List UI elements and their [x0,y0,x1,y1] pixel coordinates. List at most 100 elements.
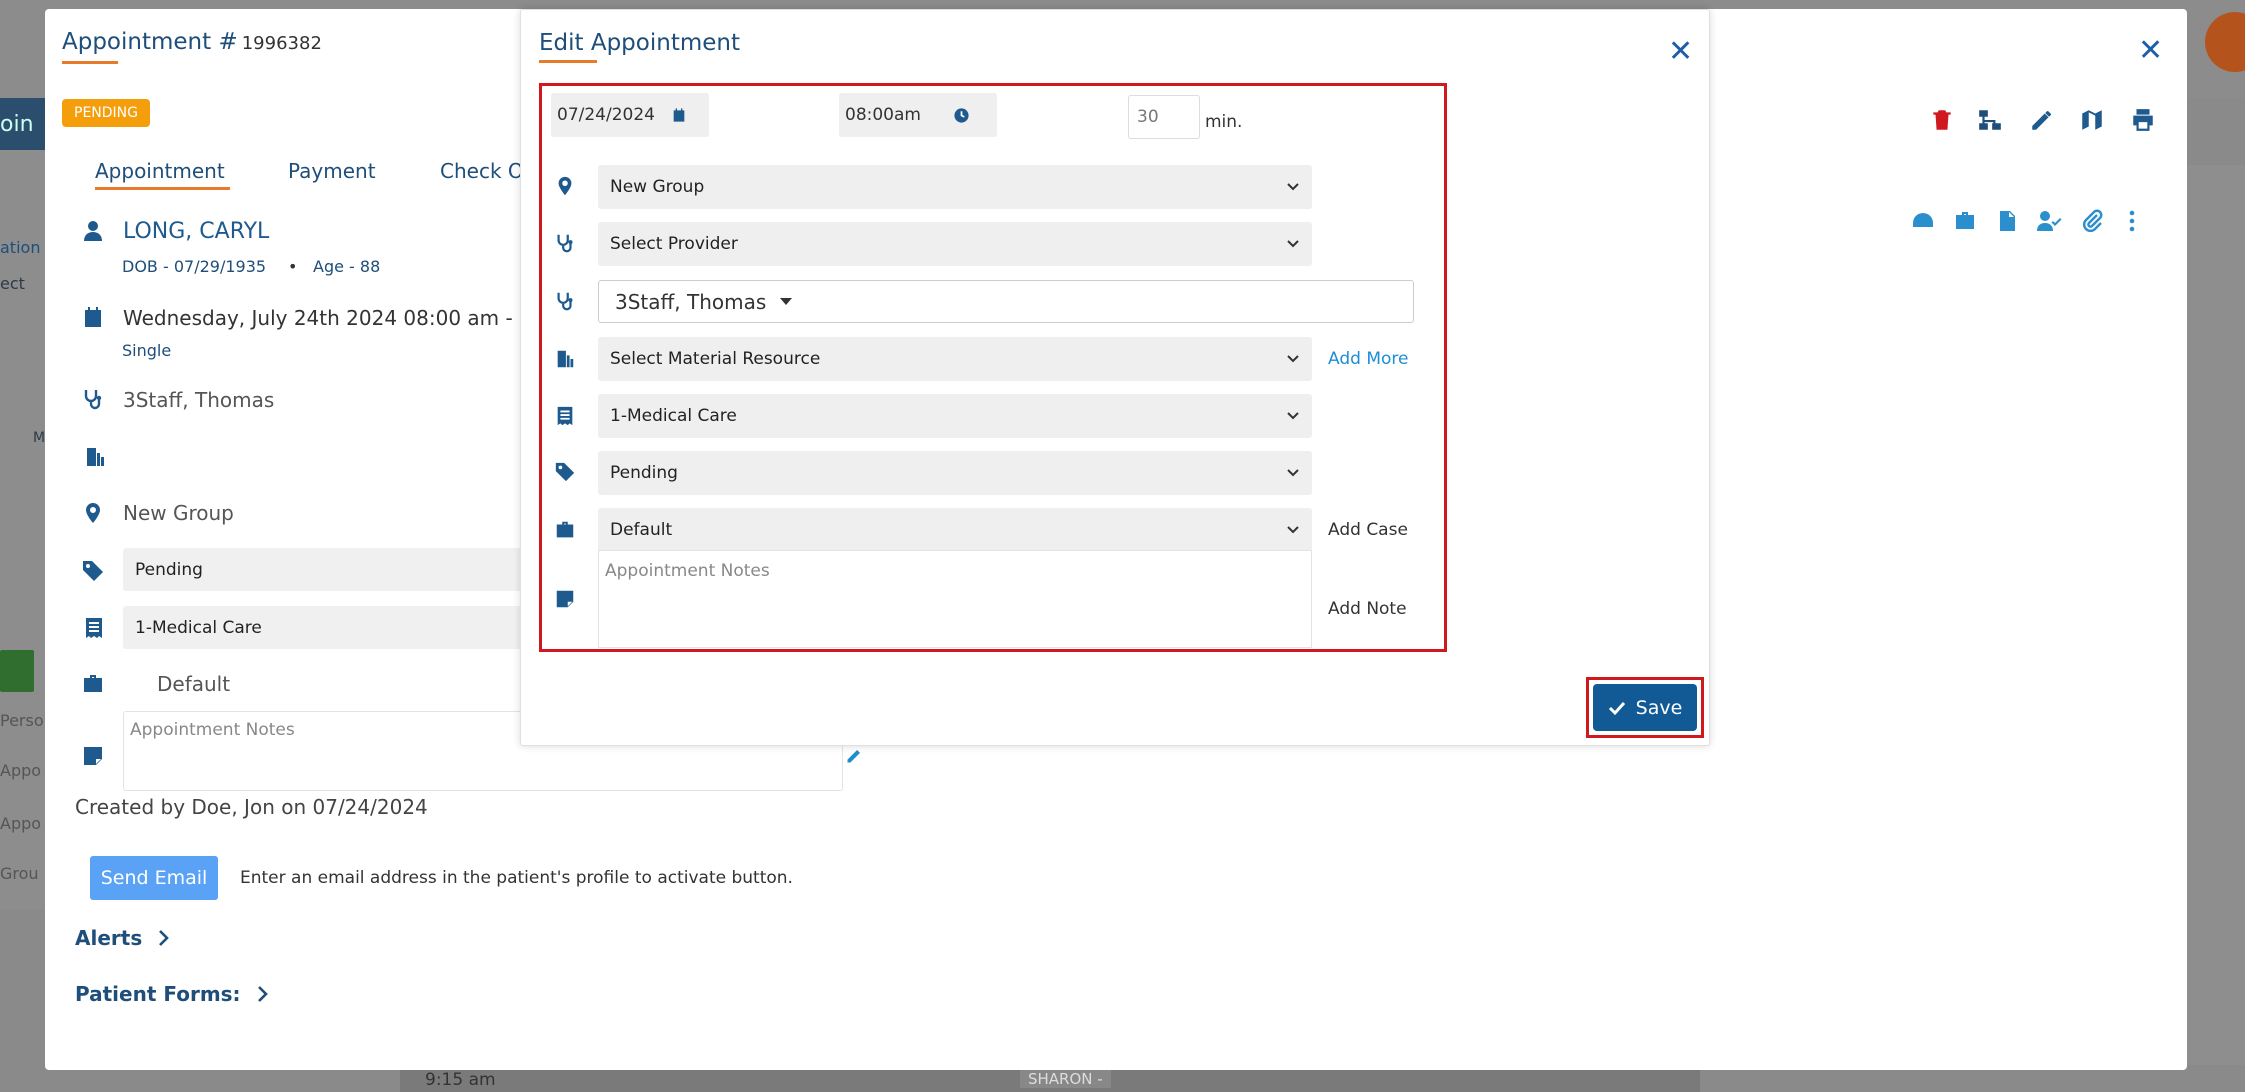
pencil-icon[interactable] [2029,107,2055,133]
clock-icon[interactable] [953,107,970,124]
send-email-button[interactable]: Send Email [90,856,218,900]
save-label: Save [1635,696,1683,719]
print-icon[interactable] [2130,107,2156,133]
close-icon[interactable]: ✕ [2138,36,2163,66]
stethoscope-icon [557,292,573,311]
door-icon [87,448,104,466]
service-value: 1-Medical Care [610,406,737,426]
dialog-title-underline [539,60,597,63]
trash-icon[interactable] [1929,107,1955,133]
background-text: Grou [0,864,39,883]
status-field[interactable]: Pending [123,548,523,591]
add-note-link[interactable]: Add Note [1328,599,1407,619]
status-badge: PENDING [62,99,150,127]
pencil-icon[interactable] [845,745,865,765]
tag-icon [83,561,103,581]
caret-down-icon [780,297,793,305]
receipt-icon [86,618,102,638]
appointment-datetime: Wednesday, July 24th 2024 08:00 am - 08: [123,306,552,330]
chevron-right-icon [159,930,170,946]
receipt-icon [557,406,573,426]
tab-payment[interactable]: Payment [288,159,376,183]
service-field[interactable]: 1-Medical Care [123,606,523,649]
briefcase-icon [556,521,574,538]
provider-select[interactable]: Select Provider [598,222,1312,266]
appointment-case: Default [157,672,231,696]
stethoscope-icon [557,234,573,253]
location-select[interactable]: New Group [598,165,1312,209]
chevron-down-icon [1287,355,1299,363]
sticky-note-icon [84,747,102,765]
case-select[interactable]: Default [598,508,1312,552]
material-placeholder: Select Material Resource [610,349,821,369]
service-select[interactable]: 1-Medical Care [598,394,1312,438]
sitemap-icon[interactable] [1977,107,2003,133]
more-vertical-icon[interactable] [2125,209,2139,233]
background-calendar-row: 9:15 am SHARON - [400,1068,1700,1092]
appointment-notes-textarea[interactable]: Appointment Notes [598,550,1312,648]
active-tab-underline [95,187,230,190]
staff-select[interactable]: 3Staff, Thomas [598,280,1414,323]
appointment-number: 1996382 [241,33,322,54]
patient-forms-link[interactable]: Patient Forms: [75,982,270,1006]
map-icon[interactable] [2079,107,2105,133]
add-case-link[interactable]: Add Case [1328,520,1408,540]
dashboard-icon[interactable] [1911,209,1935,233]
briefcase-icon[interactable] [1953,209,1977,233]
add-more-link[interactable]: Add More [1328,349,1408,369]
chevron-down-icon [1287,240,1299,248]
check-icon [1608,701,1625,715]
case-value: Default [610,520,673,540]
save-button[interactable]: Save [1593,684,1697,731]
material-resource-select[interactable]: Select Material Resource [598,337,1312,381]
calendar-icon [85,307,101,327]
dialog-notes-placeholder: Appointment Notes [605,561,770,581]
background-text: Appo [0,761,42,780]
appointment-recurrence: Single [122,341,172,360]
map-marker-icon [558,176,572,196]
background-text: Perso [0,711,44,730]
document-icon[interactable] [1995,209,2019,233]
panel-title-label: Appointment # [62,29,238,55]
background-text: ation [0,238,41,257]
alerts-label: Alerts [75,926,143,950]
dialog-close-icon[interactable]: ✕ [1668,37,1693,67]
created-by: Created by Doe, Jon on 07/24/2024 [75,795,428,819]
background-scrollbar [2187,165,2245,1065]
stethoscope-icon [84,390,102,410]
patient-age: Age - 88 [313,257,381,276]
email-note: Enter an email address in the patient's … [240,868,793,888]
duration-unit: min. [1205,112,1243,132]
calendar-icon[interactable] [671,107,687,123]
briefcase-icon [84,675,102,692]
user-check-icon[interactable] [2037,209,2063,233]
status-value: Pending [610,463,678,483]
date-value: 07/24/2024 [557,105,655,125]
map-marker-icon [86,503,100,523]
status-select[interactable]: Pending [598,451,1312,495]
background-text: ect [0,274,25,293]
patient-forms-label: Patient Forms: [75,982,241,1006]
notes-placeholder: Appointment Notes [130,720,295,740]
duration-field[interactable]: 30 [1128,95,1200,139]
background-text: Appo [0,814,42,833]
staff-value: 3Staff, Thomas [615,289,767,314]
date-field[interactable]: 07/24/2024 [551,93,709,137]
time-field[interactable]: 08:00am [839,93,997,137]
provider-placeholder: Select Provider [610,234,738,254]
background-green-button [0,650,34,692]
tab-appointment[interactable]: Appointment [95,159,225,183]
panel-title: Appointment #1996382 [62,29,322,55]
background-text: M [33,430,46,446]
appointment-provider: 3Staff, Thomas [123,388,275,412]
chevron-down-icon [1287,412,1299,420]
background-nav-text: oin [0,112,34,137]
alerts-link[interactable]: Alerts [75,926,171,950]
save-highlight: Save [1586,677,1704,738]
background-time: 9:15 am [425,1070,496,1090]
chevron-right-icon [257,986,268,1002]
appointment-location: New Group [123,501,234,525]
patient-name[interactable]: LONG, CARYL [123,219,269,244]
paperclip-icon[interactable] [2081,209,2105,233]
edit-appointment-dialog: Edit Appointment ✕ 07/24/2024 08:00am 30… [520,9,1710,746]
